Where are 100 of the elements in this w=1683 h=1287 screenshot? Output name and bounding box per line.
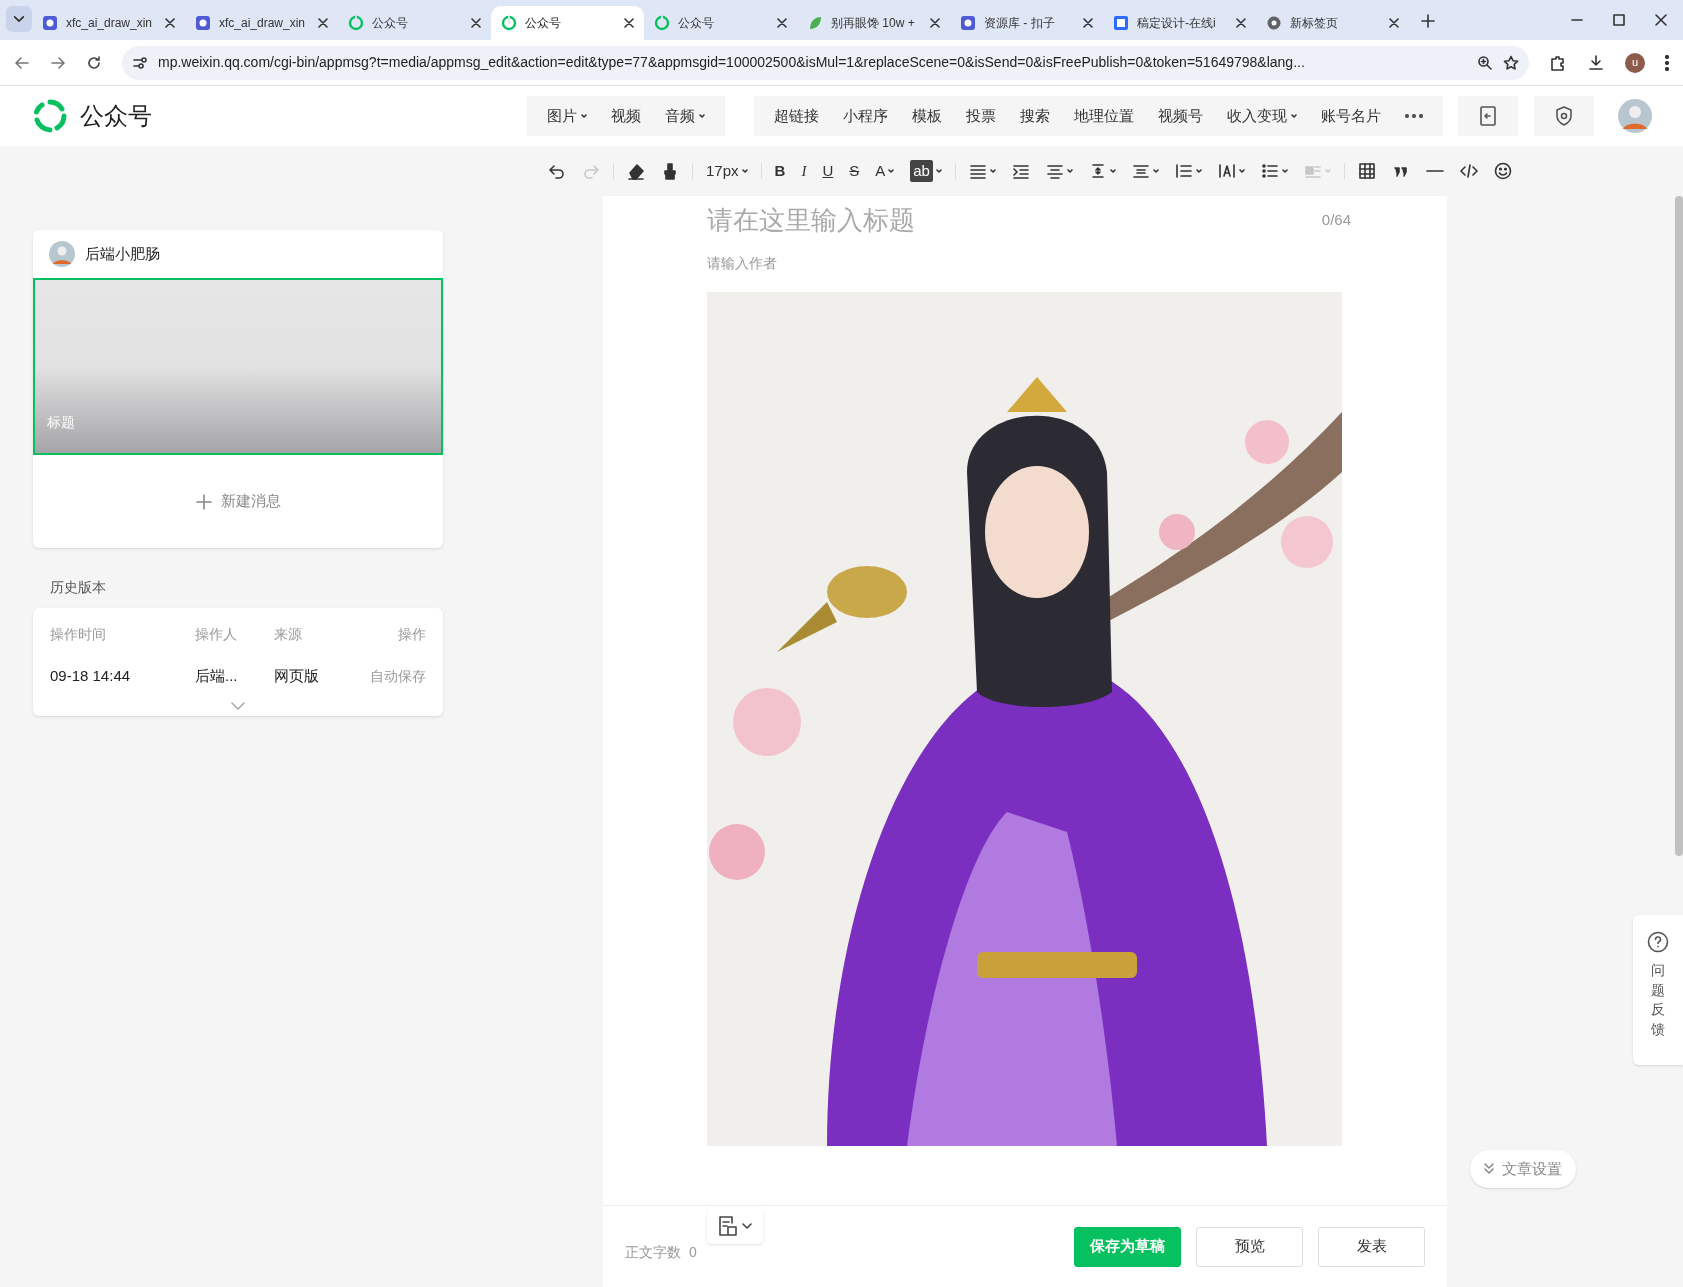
close-icon[interactable]	[1389, 18, 1399, 28]
word-count-label: 正文字数	[625, 1243, 681, 1262]
eraser-icon	[627, 162, 645, 180]
title-input[interactable]: 请在这里输入标题	[707, 200, 1322, 240]
app-icon	[42, 15, 58, 31]
undo-icon	[548, 162, 566, 180]
format-button[interactable]: 17px	[698, 156, 756, 186]
menu-item[interactable]: 收入变现	[1215, 104, 1309, 128]
preview-device-button[interactable]	[1458, 96, 1518, 136]
author-input[interactable]: 请输入作者	[707, 250, 1007, 276]
caret-icon	[699, 114, 705, 118]
menu-item[interactable]: 小程序	[831, 104, 900, 128]
forward-icon[interactable]	[50, 54, 66, 71]
browser-tab[interactable]: 公众号	[644, 6, 797, 40]
format-button[interactable]: A	[867, 156, 903, 186]
star-icon[interactable]	[1503, 54, 1519, 71]
table-cell-text: 网页版	[274, 665, 320, 686]
avatar[interactable]	[1618, 99, 1652, 133]
document-icon	[718, 1215, 738, 1237]
more-icon[interactable]	[1405, 114, 1423, 118]
feedback-button[interactable]: 问题反馈	[1633, 915, 1683, 1065]
browser-tab[interactable]: 稿定设计-在线i	[1103, 6, 1256, 40]
scrollbar-thumb[interactable]	[1675, 196, 1683, 856]
caret-icon	[1281, 169, 1288, 173]
format-button[interactable]: U	[814, 156, 842, 186]
tab-title: xfc_ai_draw_xin	[219, 15, 307, 32]
browser-tab[interactable]: 别再眼馋 10w +	[797, 6, 950, 40]
close-icon[interactable]	[471, 18, 481, 28]
format-button[interactable]: ab	[902, 156, 950, 186]
document-tools-button[interactable]	[707, 1208, 763, 1244]
caret-icon	[1152, 169, 1159, 173]
menu-item[interactable]: 视频	[599, 104, 653, 128]
zoom-icon[interactable]	[1477, 54, 1493, 71]
ring-logo-icon	[348, 15, 364, 31]
globe-icon	[1266, 15, 1282, 31]
caret-icon	[1109, 169, 1116, 173]
action-button[interactable]: 预览	[1196, 1226, 1303, 1267]
code-icon	[1459, 162, 1478, 180]
app-icon	[1113, 15, 1129, 31]
paragraph-icon	[1131, 162, 1150, 180]
indent-icon	[1011, 162, 1030, 180]
brush-icon	[661, 162, 679, 180]
format-button[interactable]: S	[841, 156, 868, 186]
close-icon[interactable]	[1083, 18, 1093, 28]
close-icon[interactable]	[777, 18, 787, 28]
menu-item[interactable]: 超链接	[762, 104, 831, 128]
app-name: 公众号	[80, 101, 152, 131]
close-icon[interactable]	[318, 18, 328, 28]
menu-item[interactable]: 音频	[653, 104, 717, 128]
menu-item[interactable]: 图片	[535, 104, 599, 128]
browser-tab[interactable]: xfc_ai_draw_xin	[185, 6, 338, 40]
browser-tab[interactable]: 资源库 - 扣子	[950, 6, 1103, 40]
column-header: 操作时间	[50, 624, 107, 644]
profile-button[interactable]: u	[1625, 52, 1645, 73]
browser-tab[interactable]: xfc_ai_draw_xin	[32, 6, 185, 40]
maximize-icon[interactable]	[1613, 14, 1625, 26]
address-bar[interactable]: mp.weixin.qq.com/cgi-bin/appmsg?t=media/appmsg_edit&action=edit&type=77&appmsgid=100002500&isMul=1&replaceScene=0&isSend=0&isFreePublish=0&token=51649798&lang...	[122, 45, 1529, 80]
new-tab-icon[interactable]	[1421, 14, 1435, 28]
caret-icon	[1291, 114, 1297, 118]
word-count: 0	[689, 1243, 697, 1262]
menu-item[interactable]: 投票	[954, 104, 1008, 128]
article-settings-button[interactable]: 文章设置	[1470, 1150, 1576, 1188]
help-icon	[1647, 931, 1669, 953]
back-icon[interactable]	[14, 54, 30, 71]
leaf-icon	[807, 15, 823, 31]
menu-item[interactable]: 地理位置	[1062, 104, 1146, 128]
tab-title: 别再眼馋 10w +	[831, 15, 916, 32]
shield-icon	[1555, 106, 1573, 126]
format-button[interactable]: B	[766, 156, 794, 186]
align-justify-icon	[968, 162, 987, 180]
menu-icon[interactable]	[1665, 54, 1669, 71]
cover-title: 标题	[47, 413, 75, 432]
close-icon[interactable]	[1655, 14, 1667, 26]
close-icon[interactable]	[930, 18, 940, 28]
menu-item[interactable]: 视频号	[1146, 104, 1215, 128]
download-icon[interactable]	[1587, 53, 1605, 72]
security-button[interactable]	[1534, 96, 1594, 136]
new-message-button[interactable]: 新建消息	[195, 490, 281, 513]
action-button[interactable]: 发表	[1318, 1226, 1425, 1267]
menu-item[interactable]: 账号名片	[1309, 104, 1393, 128]
close-icon[interactable]	[624, 18, 634, 28]
table-icon	[1357, 162, 1376, 180]
tab-search-icon[interactable]	[6, 6, 32, 32]
close-icon[interactable]	[1236, 18, 1246, 28]
reload-icon[interactable]	[86, 54, 102, 71]
character-counter: 0/64	[1321, 209, 1351, 230]
column-header: 来源	[274, 624, 303, 644]
browser-tab[interactable]: 公众号	[338, 6, 491, 40]
app-icon	[960, 15, 976, 31]
menu-item[interactable]: 模板	[900, 104, 954, 128]
menu-item[interactable]: 搜索	[1008, 104, 1062, 128]
extensions-icon[interactable]	[1549, 53, 1567, 72]
account-name: 后端小肥肠	[85, 243, 160, 264]
format-button[interactable]: I	[793, 156, 815, 186]
browser-tab[interactable]: 新标签页	[1256, 6, 1409, 40]
tab-title: 公众号	[525, 15, 562, 32]
site-settings-icon[interactable]	[132, 54, 148, 71]
close-icon[interactable]	[165, 18, 175, 28]
tab-title: 新标签页	[1290, 15, 1339, 32]
browser-tab[interactable]: 公众号	[491, 6, 644, 40]
